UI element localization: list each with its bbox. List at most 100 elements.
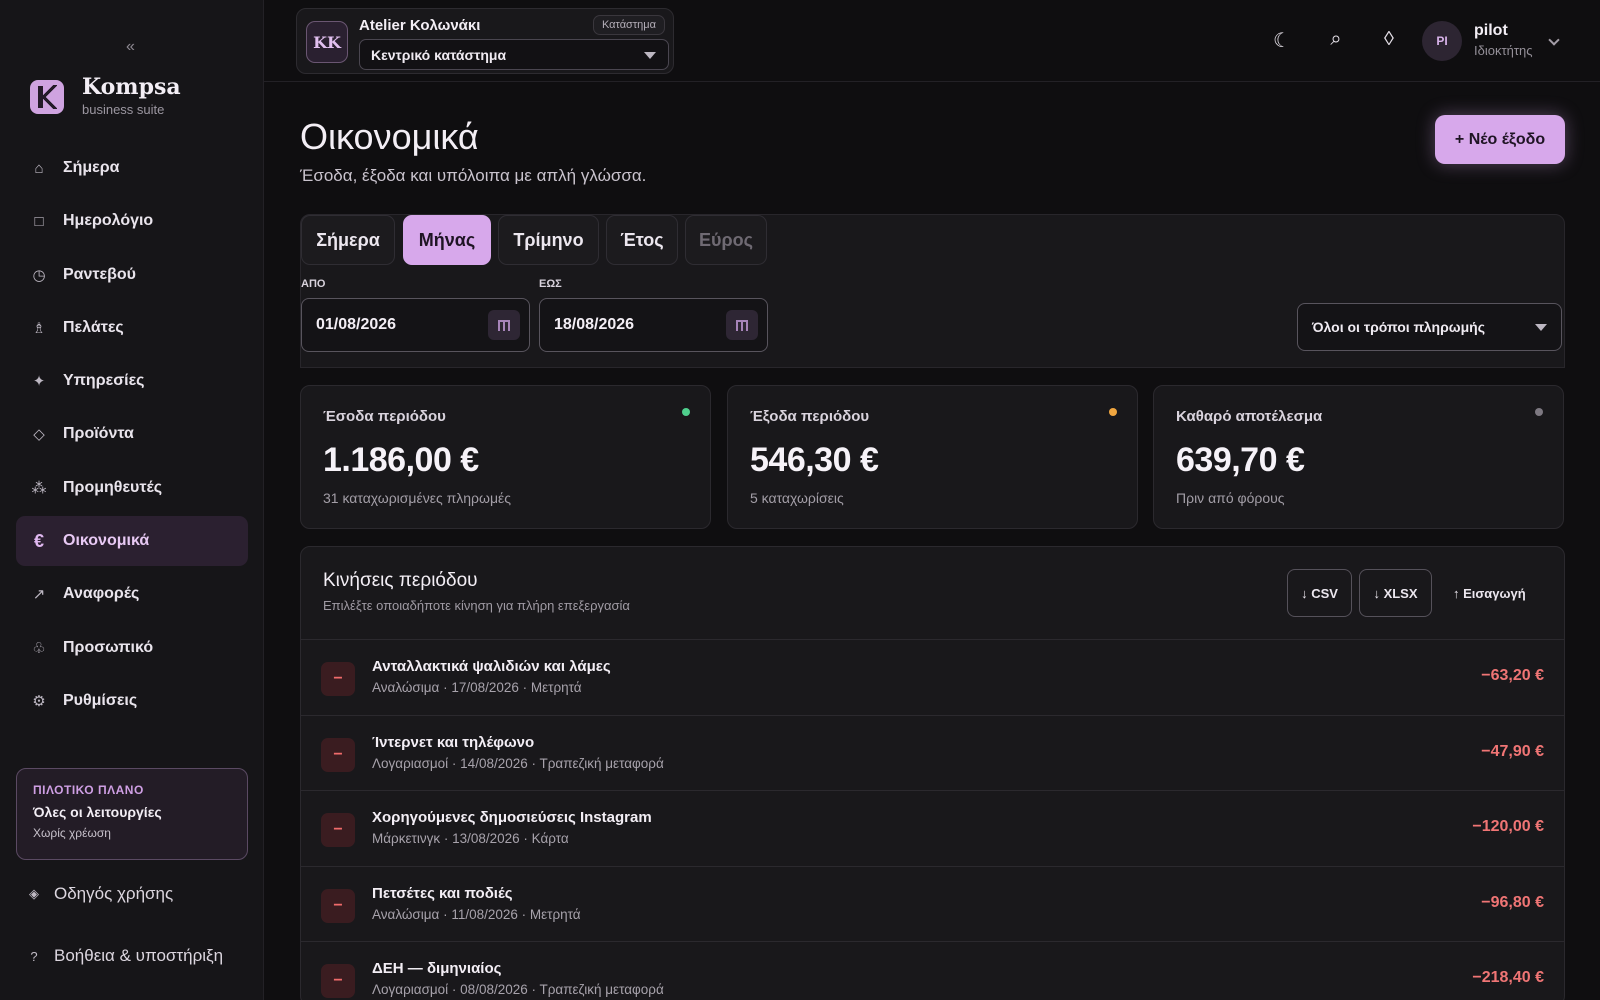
tab-year[interactable]: Έτος [606, 215, 678, 265]
card-value: 1.186,00 € [323, 441, 479, 479]
card-value: 639,70 € [1176, 441, 1305, 479]
to-date-field[interactable]: 18/08/2026 [539, 298, 768, 352]
status-dot [682, 408, 690, 416]
movement-amount: −218,40 € [1472, 969, 1544, 986]
status-dot [1535, 408, 1543, 416]
search-icon[interactable]: ⌕ [1324, 28, 1348, 51]
movement-amount: −96,80 € [1481, 893, 1544, 911]
arrow-up-right-icon: ↗ [32, 586, 46, 604]
list-item[interactable]: − Ανταλλακτικά ψαλιδιών και λάμες Αναλώσ… [301, 639, 1564, 715]
page-title: Οικονομικά [300, 116, 479, 157]
store-name: Atelier Κολωνάκι [359, 17, 481, 34]
card-label: Έσοδα περιόδου [323, 408, 446, 425]
minus-icon: − [321, 813, 355, 847]
list-item[interactable]: − Χορηγούμενες δημοσιεύσεις Instagram Μά… [301, 790, 1564, 866]
sidebar-item-label: Αναφορές [63, 585, 140, 603]
sidebar-item-finance[interactable]: € Οικονομικά [16, 516, 248, 567]
store-avatar: KK [306, 21, 348, 63]
list-item[interactable]: − ΔΕΗ — διμηνιαίος Λογαριασμοί · 08/08/2… [301, 941, 1564, 1000]
sparkle-icon: ✦ [32, 373, 46, 391]
brand-name: Kompsa [82, 74, 181, 100]
tab-quarter[interactable]: Τρίμηνο [498, 215, 599, 265]
sidebar-item-reports[interactable]: ↗ Αναφορές [16, 569, 248, 619]
movement-title: Χορηγούμενες δημοσιεύσεις Instagram [372, 809, 652, 826]
movement-meta: Λογαριασμοί · 08/08/2026 · Τραπεζική μετ… [372, 982, 664, 997]
store-switcher: KK Atelier Κολωνάκι Κατάστημα Κεντρικό κ… [296, 8, 674, 74]
user-role: Ιδιοκτήτης [1474, 43, 1533, 58]
help-support-link[interactable]: ? Βοήθεια & υποστήριξη [28, 946, 223, 966]
sidebar-item-label: Υπηρεσίες [63, 372, 145, 390]
chevron-down-icon[interactable] [1548, 34, 1560, 46]
plan-subtitle: Χωρίς χρέωση [33, 826, 111, 840]
card-subtitle: 31 καταχωρισμένες πληρωμές [323, 490, 512, 506]
income-card: Έσοδα περιόδου 1.186,00 € 31 καταχωρισμέ… [300, 385, 711, 529]
minus-icon: − [321, 964, 355, 998]
tab-range[interactable]: Εύρος [685, 215, 767, 265]
store-type-badge: Κατάστημα [592, 15, 665, 35]
movement-meta: Αναλώσιμα · 17/08/2026 · Μετρητά [372, 680, 582, 695]
payment-method-select[interactable]: Όλοι οι τρόποι πληρωμής [1297, 303, 1562, 351]
card-subtitle: 5 καταχωρίσεις [750, 490, 844, 506]
tab-month[interactable]: Μήνας [403, 215, 491, 265]
movement-meta: Λογαριασμοί · 14/08/2026 · Τραπεζική μετ… [372, 755, 664, 771]
card-label: Καθαρό αποτέλεσμα [1176, 408, 1323, 425]
user-guide-label: Οδηγός χρήσης [54, 884, 174, 903]
brand[interactable]: Kompsa business suite [30, 76, 181, 117]
sidebar-item-services[interactable]: ✦ Υπηρεσίες [16, 356, 248, 406]
person-icon: ♗ [32, 319, 46, 337]
sidebar-item-clients[interactable]: ♗ Πελάτες [16, 303, 248, 353]
home-icon: ⌂ [34, 159, 44, 177]
sidebar-item-label: Πελάτες [63, 318, 124, 336]
calendar-icon: □ [34, 212, 44, 230]
clock-icon: ◷ [32, 266, 46, 284]
pilot-plan-card[interactable]: ΠΙΛΟΤΙΚΟ ΠΛΑΝΟ Όλες οι λειτουργίες Χωρίς… [16, 768, 248, 860]
avatar[interactable]: PI [1422, 21, 1462, 61]
calendar-picker-icon[interactable] [488, 310, 520, 340]
list-item[interactable]: − Ίντερνετ και τηλέφωνο Λογαριασμοί · 14… [301, 714, 1564, 791]
movement-amount: −47,90 € [1481, 742, 1544, 760]
kompsa-logo-icon [30, 79, 64, 114]
import-button[interactable]: ↑ Εισαγωγή [1453, 569, 1526, 617]
sidebar-item-staff[interactable]: ♧ Προσωπικό [16, 623, 248, 673]
sidebar-item-today[interactable]: ⌂ Σήμερα [16, 143, 248, 193]
card-subtitle: Πριν από φόρους [1176, 490, 1285, 506]
collapse-sidebar-button[interactable]: « [126, 38, 135, 56]
calendar-picker-icon[interactable] [726, 310, 758, 340]
branch-select[interactable]: Κεντρικό κατάστημα [359, 39, 669, 70]
sidebar-item-calendar[interactable]: □ Ημερολόγιο [16, 196, 248, 246]
help-support-label: Βοήθεια & υποστήριξη [54, 946, 224, 965]
new-expense-button[interactable]: + Νέο έξοδο [1435, 115, 1565, 164]
sidebar: « Kompsa business suite ⌂ Σήμερα □ Ημερο… [0, 0, 264, 1000]
movements-subtitle: Επιλέξτε οποιαδήποτε κίνηση για πλήρη επ… [323, 598, 630, 613]
movement-title: ΔΕΗ — διμηνιαίος [372, 960, 502, 977]
sidebar-item-settings[interactable]: ⚙ Ρυθμίσεις [16, 676, 248, 726]
from-date-field[interactable]: 01/08/2026 [301, 298, 530, 352]
gear-icon: ⚙ [32, 692, 46, 710]
export-xlsx-button[interactable]: ↓ XLSX [1359, 569, 1432, 617]
list-item[interactable]: − Πετσέτες και ποδιές Αναλώσιμα · 11/08/… [301, 865, 1564, 942]
user-guide-link[interactable]: ◈ Οδηγός χρήσης [28, 884, 173, 904]
minus-icon: − [321, 888, 355, 923]
tab-today[interactable]: Σήμερα [301, 215, 395, 265]
movement-meta: Αναλώσιμα · 11/08/2026 · Μετρητά [372, 906, 581, 922]
movements-panel: Κινήσεις περιόδου Επιλέξτε οποιαδήποτε κ… [300, 546, 1565, 1000]
guide-diamond-icon: ◈ [29, 886, 39, 901]
movement-title: Ίντερνετ και τηλέφωνο [372, 733, 535, 751]
from-date-value: 01/08/2026 [316, 316, 397, 333]
from-label: ΑΠΟ [301, 278, 326, 290]
sidebar-item-appointments[interactable]: ◷ Ραντεβού [16, 250, 248, 300]
to-label: ΕΩΣ [539, 278, 562, 290]
movement-amount: −120,00 € [1472, 818, 1544, 835]
diamond-icon[interactable]: ◊ [1377, 28, 1401, 51]
moon-icon[interactable]: ☾ [1270, 28, 1294, 53]
card-value: 546,30 € [750, 441, 879, 479]
euro-icon: € [33, 530, 44, 551]
payment-method-value: Όλοι οι τρόποι πληρωμής [1312, 319, 1485, 335]
minus-icon: − [321, 662, 355, 696]
user-name[interactable]: pilot [1474, 22, 1508, 40]
sidebar-item-suppliers[interactable]: ⁂ Προμηθευτές [16, 463, 248, 513]
export-csv-button[interactable]: ↓ CSV [1287, 569, 1352, 617]
sidebar-item-products[interactable]: ◇ Προϊόντα [16, 409, 248, 459]
movement-meta: Μάρκετινγκ · 13/08/2026 · Κάρτα [372, 831, 569, 846]
movements-title: Κινήσεις περιόδου [323, 570, 478, 591]
